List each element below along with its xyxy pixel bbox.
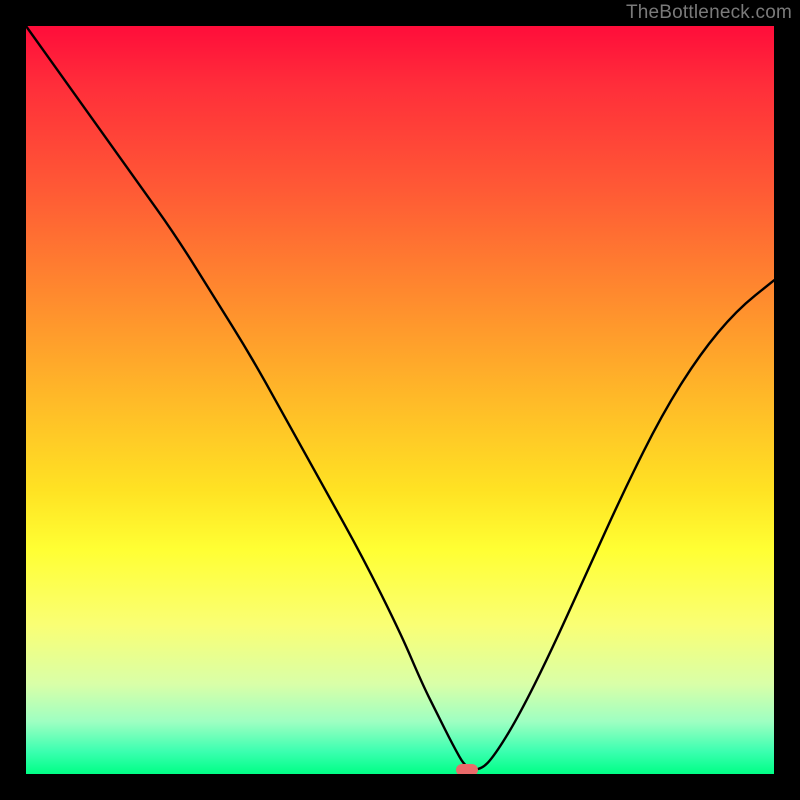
bottleneck-curve xyxy=(26,26,774,774)
chart-frame: TheBottleneck.com xyxy=(0,0,800,800)
optimum-marker xyxy=(456,764,478,775)
plot-area xyxy=(26,26,774,774)
watermark-text: TheBottleneck.com xyxy=(626,2,792,24)
